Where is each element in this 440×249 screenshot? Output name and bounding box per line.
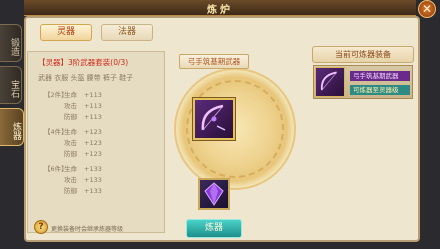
side-tab-forge[interactable]: 锻造 xyxy=(0,24,22,62)
stat-row: 攻击 +123 xyxy=(64,139,102,147)
gem-icon xyxy=(204,182,224,206)
stat-row: 生命 +113 xyxy=(64,91,102,99)
stat-row: 生命 +133 xyxy=(64,165,102,173)
equipment-status: 可炼器至灵器级 xyxy=(350,85,410,95)
equipment-name: 弓手筑基期武器 xyxy=(350,71,410,81)
set-parts: 武器 衣服 头盔 腰带 裤子 鞋子 xyxy=(38,74,134,82)
bow-icon xyxy=(315,67,345,97)
title-bar: 炼炉 xyxy=(24,0,416,16)
bow-icon xyxy=(201,104,226,131)
close-button[interactable]: ✕ xyxy=(418,0,436,18)
side-tab-refine[interactable]: 炼器 xyxy=(0,108,24,146)
stat-row: 防御 +133 xyxy=(64,187,102,195)
stat-row: 攻击 +133 xyxy=(64,176,102,184)
equipment-list-title: 当前可炼器装备 xyxy=(312,46,414,63)
material-slot[interactable] xyxy=(198,178,230,210)
stat-row: 生命 +123 xyxy=(64,128,102,136)
window-title: 炼炉 xyxy=(207,5,233,16)
stat-row: 防御 +123 xyxy=(64,150,102,158)
forge-button[interactable]: 炼器 xyxy=(186,219,242,238)
equipment-slot[interactable] xyxy=(193,98,235,140)
side-tabs: 锻造 宝石 炼器 xyxy=(0,24,24,224)
stat-row: 防御 +113 xyxy=(64,113,102,121)
stat-row: 攻击 +113 xyxy=(64,102,102,110)
set-title: 【灵器】3阶武器套装(0/3) xyxy=(38,58,129,67)
window-frame: 炼炉 ✕ 锻造 宝石 炼器 灵器 法器 【灵器】3阶武器套装(0/3) 武器 衣… xyxy=(0,0,440,249)
recommend-banner: 弓手筑基期武器 xyxy=(179,54,249,69)
question-icon[interactable]: ? xyxy=(34,220,48,234)
tab-lingqi[interactable]: 灵器 xyxy=(40,24,92,41)
side-tab-gem[interactable]: 宝石 xyxy=(0,66,22,104)
tip-text: 更换装备时会继承炼器等级 xyxy=(51,226,124,233)
tab-faqi[interactable]: 法器 xyxy=(101,24,153,41)
